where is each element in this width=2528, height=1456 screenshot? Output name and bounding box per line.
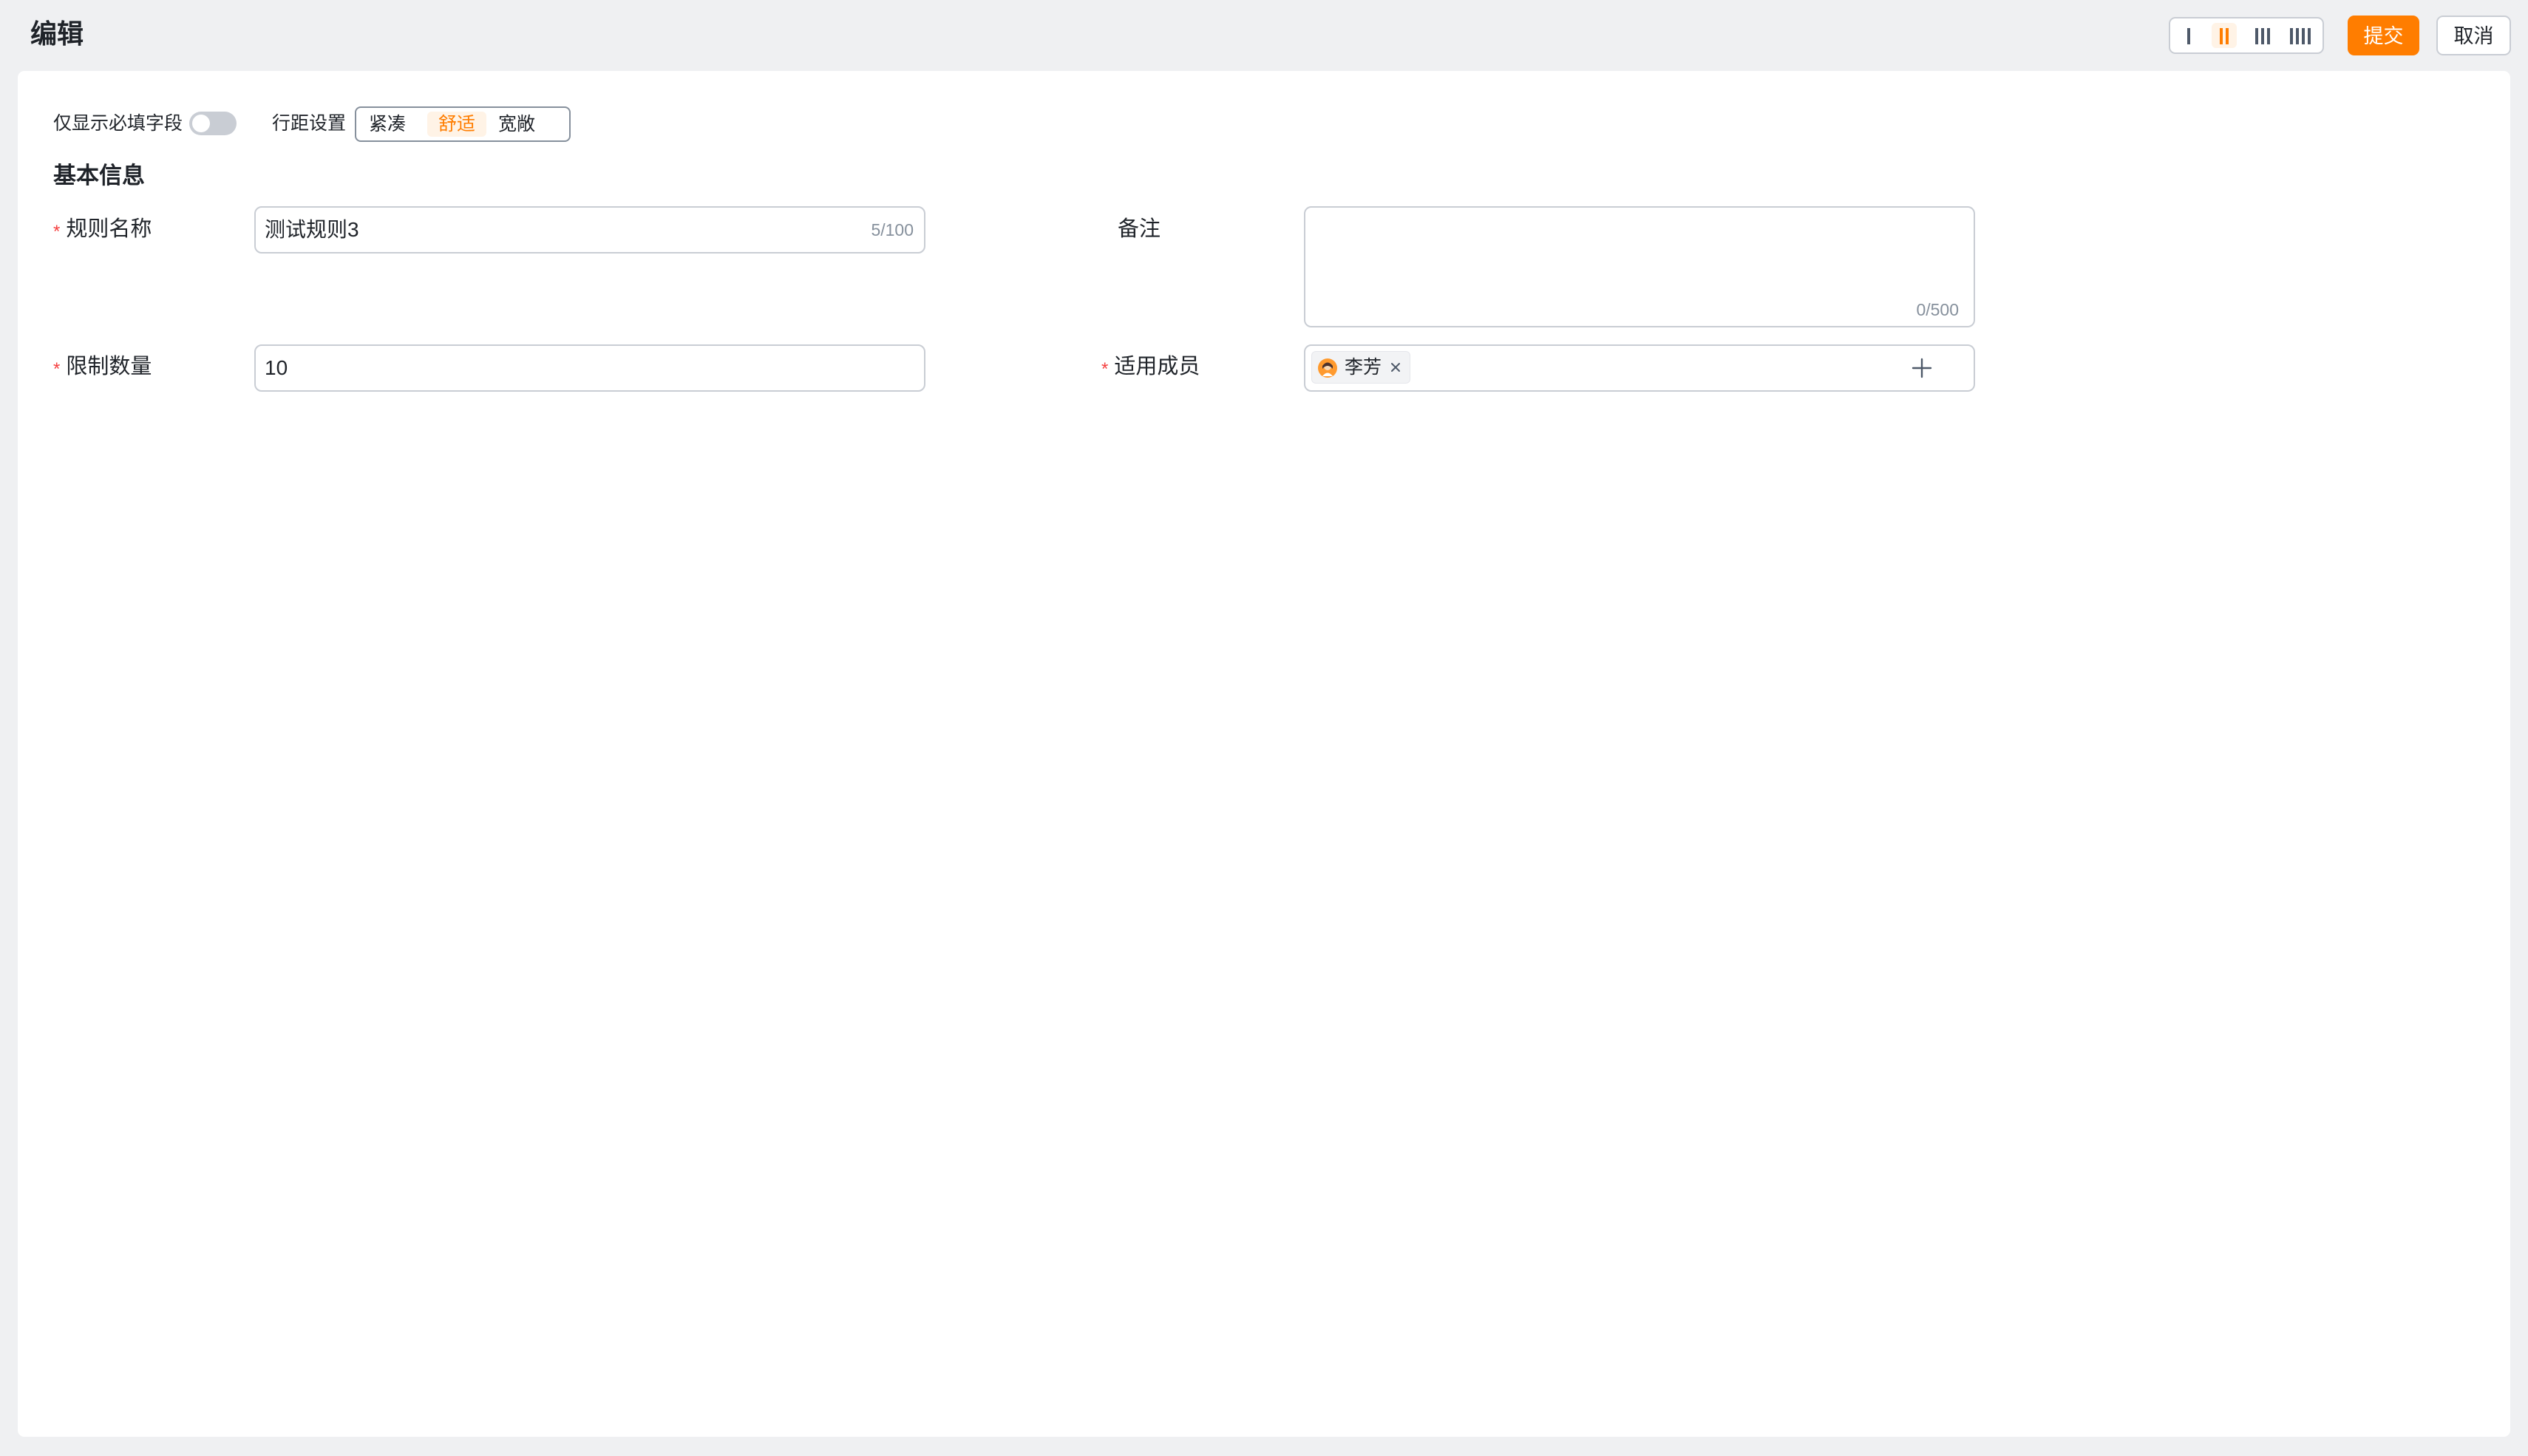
rule-name-input[interactable]: 测试规则3 5/100 [254, 206, 925, 254]
remark-counter: 0/500 [1916, 300, 1959, 319]
row-spacing-comfortable[interactable]: 舒适 [427, 112, 486, 137]
form-panel: 仅显示必填字段 行距设置 紧凑 舒适 宽敞 基本信息 * 规则名称 测试规则3 5… [18, 71, 2510, 1437]
limit-quantity-input[interactable]: 10 [254, 344, 925, 392]
limit-quantity-label-text: 限制数量 [66, 355, 152, 378]
remark-textarea[interactable]: 0/500 [1304, 206, 1975, 327]
rule-name-label-text: 规则名称 [66, 217, 152, 241]
required-mark: * [53, 222, 61, 242]
rule-name-label: * 规则名称 [53, 213, 152, 247]
row-spacing-compact[interactable]: 紧凑 [364, 112, 411, 137]
column-layout-switch [2169, 17, 2324, 54]
members-selector[interactable]: 李芳 [1304, 344, 1975, 392]
required-mark: * [1101, 359, 1109, 379]
one-column-icon[interactable] [2181, 23, 2197, 48]
limit-quantity-label: * 限制数量 [53, 350, 152, 384]
rule-name-counter: 5/100 [871, 220, 914, 239]
members-label-text: 适用成员 [1114, 355, 1200, 378]
page-title: 编辑 [30, 18, 84, 49]
page-header: 编辑 提交 取消 [0, 0, 2528, 71]
member-tag[interactable]: 李芳 [1311, 351, 1410, 384]
member-tag-label: 李芳 [1345, 357, 1382, 378]
remark-label: 备注 [1118, 217, 1161, 241]
required-only-toggle[interactable] [189, 112, 237, 135]
rule-name-value: 测试规则3 [265, 218, 359, 241]
row-spacing-segmented: 紧凑 舒适 宽敞 [355, 106, 571, 142]
toggle-knob [192, 115, 210, 132]
required-only-label: 仅显示必填字段 [53, 113, 183, 134]
close-icon[interactable] [1390, 361, 1401, 373]
limit-quantity-value: 10 [265, 356, 288, 379]
avatar-icon [1318, 358, 1337, 378]
submit-button[interactable]: 提交 [2348, 16, 2419, 55]
row-spacing-loose[interactable]: 宽敞 [492, 112, 541, 137]
three-column-icon[interactable] [2249, 23, 2277, 48]
row-spacing-label: 行距设置 [272, 113, 347, 134]
plus-icon[interactable] [1912, 358, 1932, 378]
members-label: * 适用成员 [1101, 350, 1200, 384]
cancel-button[interactable]: 取消 [2436, 16, 2511, 55]
two-column-icon[interactable] [2212, 23, 2237, 48]
four-column-icon[interactable] [2284, 23, 2317, 48]
section-title: 基本信息 [53, 163, 145, 188]
required-mark: * [53, 359, 61, 379]
